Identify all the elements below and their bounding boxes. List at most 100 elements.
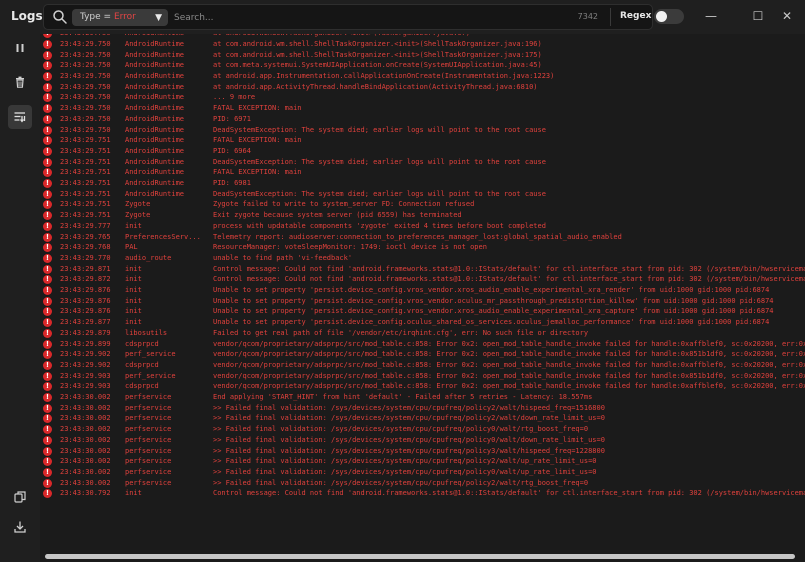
log-row[interactable]: 23:43:29.876 init Unable to set property '… bbox=[40, 306, 805, 317]
log-row[interactable]: 23:43:29.777 init process with updatable c… bbox=[40, 221, 805, 232]
log-row[interactable]: 23:43:29.902 perf_service vendor/qcom/prop… bbox=[40, 349, 805, 360]
error-icon bbox=[43, 275, 52, 285]
error-icon bbox=[43, 114, 52, 124]
log-message: >> Failed final validation: /sys/devices… bbox=[213, 414, 605, 423]
log-list[interactable]: 23:43:29.750AndroidRuntimeat android.win… bbox=[40, 34, 805, 550]
log-row[interactable]: 23:43:29.751 AndroidRuntime PID: 6981 bbox=[40, 178, 805, 189]
log-timestamp: 23:43:29.750 bbox=[60, 72, 111, 80]
maximize-button[interactable]: ☐ bbox=[747, 6, 769, 26]
log-message: vendor/qcom/proprietary/adsprpc/src/mod_… bbox=[213, 339, 805, 348]
log-message: PID: 6971 bbox=[213, 114, 251, 123]
horizontal-scrollbar[interactable] bbox=[40, 550, 805, 562]
log-row[interactable]: 23:43:29.765 PreferencesServ... Telemetry … bbox=[40, 232, 805, 243]
error-icon bbox=[43, 221, 52, 231]
log-timestamp: 23:43:30.002 bbox=[60, 467, 111, 476]
error-icon bbox=[43, 243, 52, 253]
log-row[interactable]: 23:43:29.872 init Control message: Could n… bbox=[40, 274, 805, 285]
pause-button[interactable] bbox=[8, 36, 32, 60]
close-button[interactable]: ✕ bbox=[776, 6, 798, 26]
log-tag: perfservice bbox=[125, 414, 172, 423]
log-timestamp: 23:43:29.751 bbox=[60, 136, 111, 145]
copy-logs-button[interactable] bbox=[8, 485, 32, 509]
log-row[interactable]: 23:43:30.002 perfservice >> Failed final v… bbox=[40, 478, 805, 489]
error-icon bbox=[43, 168, 52, 178]
log-timestamp: 23:43:29.872 bbox=[60, 275, 111, 284]
log-row[interactable]: 23:43:30.002 perfservice >> Failed final v… bbox=[40, 446, 805, 457]
log-row[interactable]: 23:43:30.002 perfservice >> Failed final v… bbox=[40, 403, 805, 414]
log-row[interactable]: 23:43:29.750 AndroidRuntime ... 9 more bbox=[40, 92, 805, 103]
log-timestamp: 23:43:30.002 bbox=[60, 478, 111, 487]
log-tag: init bbox=[125, 275, 142, 284]
log-row[interactable]: 23:43:29.871 init Control message: Could n… bbox=[40, 264, 805, 275]
log-row[interactable]: 23:43:29.751 AndroidRuntime FATAL EXCEPTIO… bbox=[40, 167, 805, 178]
error-icon bbox=[43, 371, 52, 381]
log-row[interactable]: 23:43:29.751 AndroidRuntime PID: 6964 bbox=[40, 146, 805, 157]
filter-toolbar: Type = Error ▼ 7342 Regex bbox=[43, 4, 684, 30]
download-logs-button[interactable] bbox=[8, 515, 32, 539]
log-message: unable to find path 'vi-feedback' bbox=[213, 253, 353, 262]
error-icon bbox=[43, 393, 52, 402]
chevron-down-icon: ▼ bbox=[155, 13, 162, 23]
type-filter-dropdown[interactable]: Type = Error ▼ bbox=[72, 9, 168, 26]
log-tag: AndroidRuntime bbox=[125, 72, 185, 80]
log-row[interactable]: 23:43:29.750 AndroidRuntime FATAL EXCEPTIO… bbox=[40, 103, 805, 114]
log-timestamp: 23:43:29.750 bbox=[60, 61, 111, 70]
search-input[interactable] bbox=[174, 9, 474, 26]
log-row[interactable]: 23:43:29.751 AndroidRuntime DeadSystemExce… bbox=[40, 189, 805, 200]
log-row[interactable]: 23:43:30.002 perfservice >> Failed final v… bbox=[40, 467, 805, 478]
log-row[interactable]: 23:43:29.750 AndroidRuntime at com.android… bbox=[40, 50, 805, 61]
log-message: >> Failed final validation: /sys/devices… bbox=[213, 403, 605, 412]
log-row[interactable]: 23:43:30.002 perfservice >> Failed final v… bbox=[40, 435, 805, 446]
error-icon bbox=[43, 307, 52, 317]
log-row[interactable]: 23:43:30.792 init Control message: Could n… bbox=[40, 488, 805, 499]
regex-toggle[interactable] bbox=[654, 9, 684, 24]
log-row[interactable]: 23:43:29.877 init Unable to set property '… bbox=[40, 317, 805, 328]
log-row[interactable]: 23:43:29.903 perf_service vendor/qcom/prop… bbox=[40, 371, 805, 382]
log-timestamp: 23:43:29.903 bbox=[60, 382, 111, 391]
log-row[interactable]: 23:43:29.751 Zygote Zygote failed to write… bbox=[40, 199, 805, 210]
log-tag: perfservice bbox=[125, 478, 172, 487]
log-tag: AndroidRuntime bbox=[125, 168, 185, 177]
log-row[interactable]: 23:43:29.902 cdsprpcd vendor/qcom/propriet… bbox=[40, 360, 805, 371]
log-row[interactable]: 23:43:29.750 AndroidRuntime at com.android… bbox=[40, 39, 805, 50]
log-row[interactable]: 23:43:29.899 cdsprpcd vendor/qcom/propriet… bbox=[40, 339, 805, 350]
log-message: Failed to get real path of file '/vendor… bbox=[213, 328, 589, 337]
log-tag: perfservice bbox=[125, 403, 172, 412]
error-icon bbox=[43, 382, 52, 392]
clear-logs-button[interactable] bbox=[8, 70, 32, 94]
log-row[interactable]: 23:43:29.768 PAL ResourceManager: voteSlee… bbox=[40, 242, 805, 253]
log-row[interactable]: 23:43:29.876 init Unable to set property '… bbox=[40, 285, 805, 296]
log-row[interactable]: 23:43:29.750 AndroidRuntime DeadSystemExce… bbox=[40, 125, 805, 136]
log-tag: PreferencesServ... bbox=[125, 232, 201, 241]
error-icon bbox=[43, 200, 52, 210]
log-row[interactable]: 23:43:29.750 AndroidRuntime at com.meta.sy… bbox=[40, 60, 805, 71]
log-row[interactable]: 23:43:29.750 AndroidRuntime at android.app… bbox=[40, 82, 805, 93]
log-row[interactable]: 23:43:30.002 perfservice End applying 'STA… bbox=[40, 392, 805, 403]
log-row[interactable]: 23:43:29.770 audio_route unable to find pa… bbox=[40, 253, 805, 264]
log-row[interactable]: 23:43:29.751 AndroidRuntime FATAL EXCEPTIO… bbox=[40, 135, 805, 146]
minimize-button[interactable]: — bbox=[700, 6, 722, 26]
log-message: FATAL EXCEPTION: main bbox=[213, 136, 302, 145]
log-tag: perfservice bbox=[125, 457, 172, 466]
match-count: 7342 bbox=[577, 12, 598, 21]
log-timestamp: 23:43:29.777 bbox=[60, 221, 111, 230]
log-row[interactable]: 23:43:30.002 perfservice >> Failed final v… bbox=[40, 456, 805, 467]
log-row[interactable]: 23:43:29.751 AndroidRuntime DeadSystemExce… bbox=[40, 157, 805, 168]
log-row[interactable]: 23:43:29.750 AndroidRuntime PID: 6971 bbox=[40, 114, 805, 125]
log-timestamp: 23:43:29.750 bbox=[60, 125, 111, 134]
regex-label: Regex bbox=[620, 11, 652, 21]
log-tag: init bbox=[125, 489, 142, 498]
log-row[interactable]: 23:43:29.751 Zygote Exit zygote because sy… bbox=[40, 210, 805, 221]
log-row[interactable]: 23:43:30.002 perfservice >> Failed final v… bbox=[40, 424, 805, 435]
error-icon bbox=[43, 72, 52, 81]
scrollbar-thumb[interactable] bbox=[45, 554, 795, 559]
log-timestamp: 23:43:29.750 bbox=[60, 39, 111, 48]
log-row[interactable]: 23:43:29.876 init Unable to set property '… bbox=[40, 296, 805, 307]
log-tag: cdsprpcd bbox=[125, 382, 159, 391]
log-row[interactable]: 23:43:29.750 AndroidRuntime at android.app… bbox=[40, 71, 805, 82]
log-row[interactable]: 23:43:29.903 cdsprpcd vendor/qcom/propriet… bbox=[40, 381, 805, 392]
log-message: Unable to set property 'persist.device_c… bbox=[213, 307, 774, 316]
log-row[interactable]: 23:43:30.002 perfservice >> Failed final v… bbox=[40, 413, 805, 424]
log-row[interactable]: 23:43:29.879 libosutils Failed to get real… bbox=[40, 328, 805, 339]
wrap-lines-button[interactable] bbox=[8, 105, 32, 129]
